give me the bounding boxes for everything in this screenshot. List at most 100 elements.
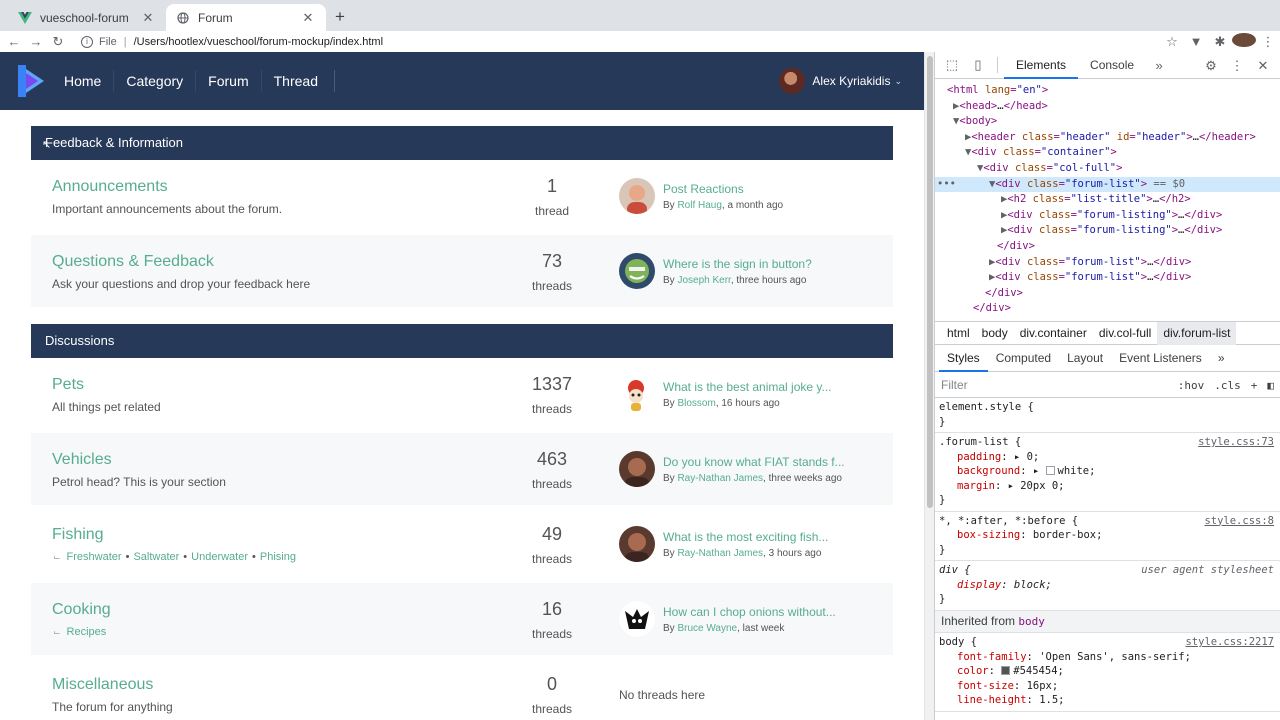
device-toolbar-icon[interactable]: ▯ xyxy=(965,57,991,73)
dom-node[interactable]: ▼<div class="container"> xyxy=(935,145,1280,161)
scrollbar-thumb[interactable] xyxy=(927,56,933,508)
dom-node[interactable]: ▶<head>…</head> xyxy=(935,99,1280,115)
rule-universal[interactable]: style.css:8 *, *:after, *:before { box-s… xyxy=(935,512,1280,561)
last-poster-avatar[interactable] xyxy=(619,253,655,289)
dom-node[interactable]: ▶<h2 class="list-title">…</h2> xyxy=(935,192,1280,208)
rule-user-agent-div[interactable]: user agent stylesheet div { display: blo… xyxy=(935,561,1280,611)
bookmark-star-icon[interactable]: ☆ xyxy=(1160,34,1184,50)
back-icon[interactable]: ← xyxy=(3,34,25,49)
last-poster-avatar[interactable] xyxy=(619,451,655,487)
last-thread-link[interactable]: Do you know what FIAT stands f... xyxy=(663,455,845,469)
rule-forum-list[interactable]: style.css:73 .forum-list { padding: ▸ 0;… xyxy=(935,433,1280,512)
dom-node[interactable]: ▼<div class="col-full"> xyxy=(935,161,1280,177)
tab-event-listeners[interactable]: Event Listeners xyxy=(1111,345,1210,372)
last-poster-avatar[interactable] xyxy=(619,376,655,412)
author-link[interactable]: Ray-Nathan James xyxy=(677,473,763,484)
vueschool-logo[interactable] xyxy=(14,63,48,99)
dom-node[interactable]: </div> xyxy=(935,286,1280,302)
tab-computed[interactable]: Computed xyxy=(988,345,1059,372)
kebab-menu-icon[interactable]: ⋮ xyxy=(1224,58,1250,74)
browser-tab-forum[interactable]: Forum ✕ xyxy=(166,4,326,31)
last-thread-link[interactable]: Post Reactions xyxy=(663,182,744,196)
source-link[interactable]: style.css:8 xyxy=(1204,514,1274,529)
subforum-link[interactable]: Recipes xyxy=(67,626,107,638)
address-url[interactable]: /Users/hootlex/vueschool/forum-mockup/in… xyxy=(134,36,383,48)
dom-node-selected[interactable]: ••• ▼<div class="forum-list"> == $0 xyxy=(935,176,1280,193)
source-link[interactable]: style.css:2217 xyxy=(1185,635,1274,650)
dom-node[interactable]: ▶<header class="header" id="header">…</h… xyxy=(935,130,1280,146)
dom-node[interactable]: <html lang="en"> xyxy=(935,83,1280,99)
cls-toggle[interactable]: .cls xyxy=(1214,379,1241,392)
nav-home[interactable]: Home xyxy=(52,70,115,92)
nav-category[interactable]: Category xyxy=(114,70,197,92)
breadcrumb-container[interactable]: div.container xyxy=(1014,322,1093,345)
dom-node[interactable]: ▶<div class="forum-listing">…</div> xyxy=(935,208,1280,224)
close-tab-icon[interactable]: ✕ xyxy=(300,10,316,26)
last-poster-avatar[interactable] xyxy=(619,526,655,562)
last-thread-link[interactable]: What is the best animal joke y... xyxy=(663,380,832,394)
forum-name-link[interactable]: Questions & Feedback xyxy=(52,253,214,271)
dom-node[interactable]: </div> xyxy=(935,301,1280,317)
nav-thread[interactable]: Thread xyxy=(262,70,335,92)
forum-name-link[interactable]: Pets xyxy=(52,376,84,394)
author-link[interactable]: Rolf Haug xyxy=(677,200,721,211)
dom-node[interactable]: ▶<div class="forum-listing">…</div> xyxy=(935,223,1280,239)
profile-avatar[interactable] xyxy=(1232,33,1256,50)
forum-name-link[interactable]: Fishing xyxy=(52,526,104,544)
tab-console[interactable]: Console xyxy=(1078,52,1146,79)
author-link[interactable]: Blossom xyxy=(677,398,715,409)
new-tab-icon[interactable]: + xyxy=(331,7,349,27)
browser-menu-icon[interactable]: ⋮ xyxy=(1256,34,1280,50)
author-link[interactable]: Joseph Kerr xyxy=(677,275,730,286)
reload-icon[interactable]: ↻ xyxy=(47,34,69,50)
last-poster-avatar[interactable] xyxy=(619,178,655,214)
forum-name-link[interactable]: Vehicles xyxy=(52,451,112,469)
browser-tab-vueschool-forum[interactable]: vueschool-forum ✕ xyxy=(8,4,166,31)
filter-input[interactable]: Filter xyxy=(941,378,968,392)
tab-layout[interactable]: Layout xyxy=(1059,345,1111,372)
tab-styles[interactable]: Styles xyxy=(939,345,988,372)
new-style-rule-icon[interactable]: + xyxy=(1251,379,1258,392)
last-poster-avatar[interactable] xyxy=(619,601,655,637)
forward-icon[interactable]: → xyxy=(25,34,47,49)
author-link[interactable]: Ray-Nathan James xyxy=(677,548,763,559)
breadcrumb-col-full[interactable]: div.col-full xyxy=(1093,322,1157,345)
subforum-link[interactable]: Underwater xyxy=(191,551,248,563)
rule-element-style[interactable]: element.style { } xyxy=(935,398,1280,433)
forum-name-link[interactable]: Announcements xyxy=(52,178,168,196)
vue-devtools-extension-icon[interactable]: ▼ xyxy=(1184,34,1208,49)
user-menu[interactable]: Alex Kyriakidis ⌄ xyxy=(779,52,902,110)
last-thread-link[interactable]: What is the most exciting fish... xyxy=(663,530,828,544)
extensions-puzzle-icon[interactable]: ✱ xyxy=(1208,34,1232,50)
page-scrollbar[interactable] xyxy=(924,52,934,720)
rule-body[interactable]: style.css:2217 body { font-family: 'Open… xyxy=(935,633,1280,712)
source-link[interactable]: style.css:73 xyxy=(1198,435,1274,450)
dom-node[interactable]: ▶<div class="forum-list">…</div> xyxy=(935,270,1280,286)
subforum-link[interactable]: Freshwater xyxy=(67,551,122,563)
forum-name-link[interactable]: Miscellaneous xyxy=(52,676,153,694)
tab-elements[interactable]: Elements xyxy=(1004,52,1079,79)
dom-node[interactable]: </div> xyxy=(935,239,1280,255)
last-thread-link[interactable]: How can I chop onions without... xyxy=(663,605,836,619)
last-thread-link[interactable]: Where is the sign in button? xyxy=(663,257,812,271)
more-tabs-icon[interactable]: » xyxy=(1210,345,1233,372)
subforum-link[interactable]: Phising xyxy=(260,551,296,563)
inspect-element-icon[interactable]: ⬚ xyxy=(939,57,965,73)
nav-forum[interactable]: Forum xyxy=(196,70,262,92)
subforum-link[interactable]: Saltwater xyxy=(133,551,179,563)
gear-icon[interactable]: ⚙ xyxy=(1198,58,1224,74)
author-link[interactable]: Bruce Wayne xyxy=(677,623,737,634)
close-devtools-icon[interactable]: ✕ xyxy=(1250,58,1276,74)
forum-name-link[interactable]: Cooking xyxy=(52,601,111,619)
close-tab-icon[interactable]: ✕ xyxy=(140,10,156,26)
hov-toggle[interactable]: :hov xyxy=(1178,379,1205,392)
dom-node[interactable]: ▶<div class="forum-list">…</div> xyxy=(935,255,1280,271)
more-tabs-icon[interactable]: » xyxy=(1146,58,1172,73)
site-info[interactable]: i File xyxy=(81,35,117,48)
breadcrumb-body[interactable]: body xyxy=(976,322,1014,345)
dom-node[interactable]: ▼<body> xyxy=(935,114,1280,130)
breadcrumb-html[interactable]: html xyxy=(941,322,976,345)
inherited-target[interactable]: body xyxy=(1018,615,1045,628)
toggle-sidebar-icon[interactable]: ◧ xyxy=(1267,379,1274,392)
breadcrumb-forum-list[interactable]: div.forum-list xyxy=(1157,321,1237,345)
